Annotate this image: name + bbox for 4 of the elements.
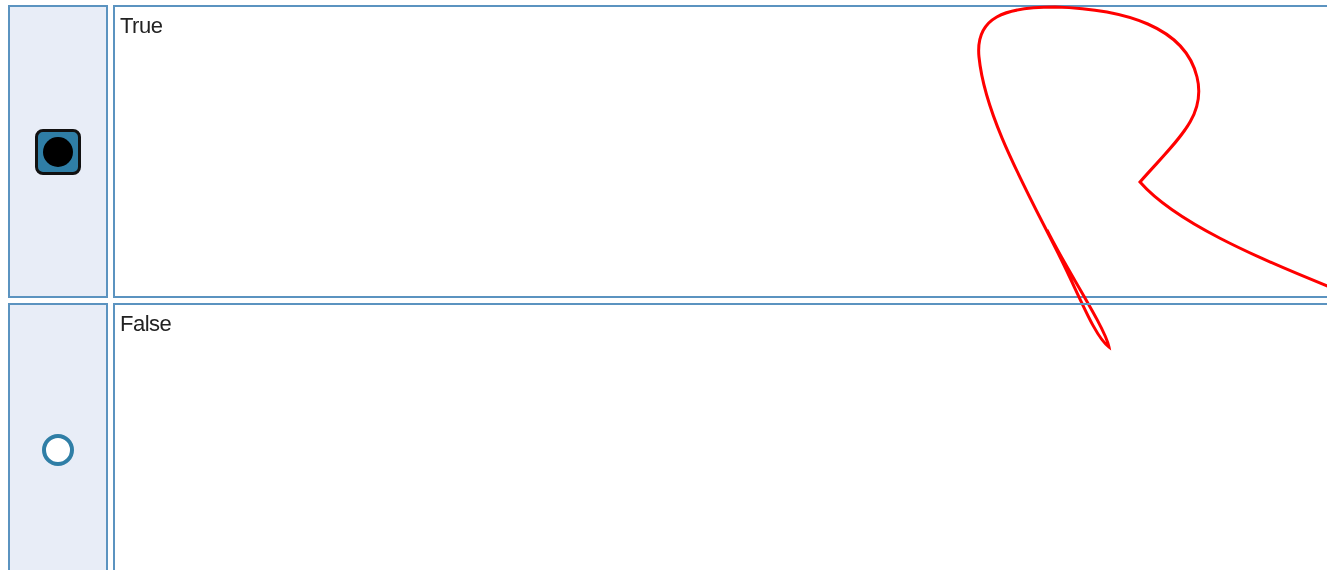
radio-button[interactable] — [42, 433, 74, 466]
radio-button[interactable] — [35, 128, 81, 175]
answer-label: False — [120, 311, 172, 336]
answer-label: True — [120, 13, 163, 38]
